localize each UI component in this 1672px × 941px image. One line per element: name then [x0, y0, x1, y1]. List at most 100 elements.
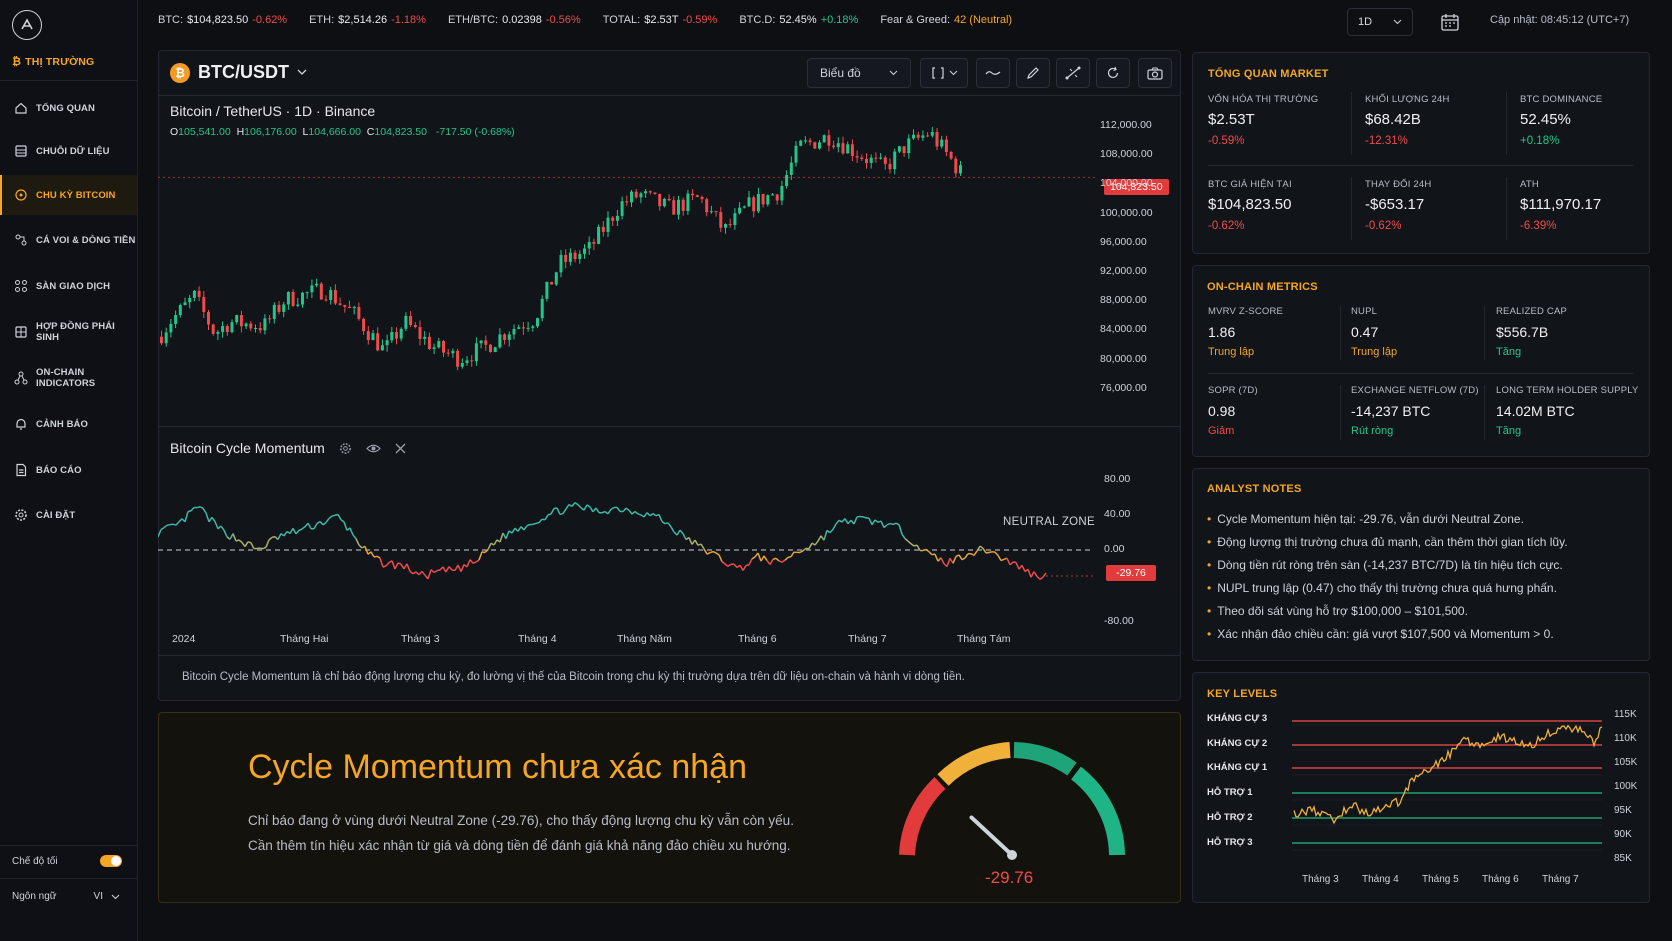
- market-section-heading[interactable]: ₿ THỊ TRƯỜNG: [12, 56, 94, 68]
- momentum-segment: [979, 545, 984, 549]
- trend-tool-icon: [1065, 66, 1081, 80]
- time-axis-label: Tháng Năm: [617, 633, 672, 645]
- language-select[interactable]: VI: [94, 891, 120, 902]
- sidebar-item-onchain-indicators[interactable]: ON-CHAIN INDICATORS: [0, 358, 137, 398]
- timeframe-select[interactable]: 1D: [1347, 8, 1413, 36]
- momentum-segment: [982, 547, 987, 554]
- candle: [926, 132, 930, 138]
- note-bullet: •: [1207, 604, 1212, 618]
- sidebar-item-label: BÁO CÁO: [36, 464, 82, 476]
- onchain-column-divider: [1484, 385, 1485, 440]
- candle: [268, 315, 272, 324]
- overview-column-divider: [1506, 177, 1507, 240]
- reset-chart-button[interactable]: [1096, 58, 1130, 88]
- momentum-segment: [319, 521, 324, 526]
- momentum-segment: [646, 512, 651, 517]
- candle: [512, 324, 516, 340]
- momentum-segment: [733, 563, 738, 569]
- momentum-chart[interactable]: [158, 460, 1098, 625]
- sidebar-item-data-chain[interactable]: CHUỖI DỮ LIỆU: [0, 131, 137, 171]
- refresh-icon: [1107, 66, 1119, 79]
- candle: [211, 323, 215, 336]
- pane-divider: [159, 655, 1180, 656]
- candlestick-chart[interactable]: [158, 96, 1098, 426]
- measure-tool-button[interactable]: [1056, 58, 1090, 88]
- candle: [324, 295, 328, 302]
- momentum-segment: [955, 554, 960, 558]
- candle: [865, 153, 868, 169]
- candle: [860, 154, 864, 161]
- momentum-segment: [493, 539, 498, 546]
- dark-mode-label: Chế độ tối: [12, 855, 58, 867]
- language-row: Ngôn ngữ VI: [12, 891, 120, 902]
- momentum-segment: [679, 529, 684, 535]
- indicator-template-button[interactable]: [920, 58, 968, 88]
- line-tool-button[interactable]: [976, 58, 1010, 88]
- overview-metric-label: VỐN HÓA THỊ TRƯỜNG: [1208, 94, 1319, 105]
- momentum-segment: [595, 507, 600, 514]
- key-levels-y-label: 90K: [1614, 829, 1632, 840]
- momentum-segment: [631, 510, 636, 515]
- sidebar-item-alerts[interactable]: CẢNH BÁO: [0, 404, 137, 444]
- gear-icon[interactable]: [339, 442, 352, 455]
- ticker-value: 52.45%: [779, 14, 817, 26]
- price-axis-label: 112,000.00: [1100, 119, 1152, 131]
- candle: [667, 194, 671, 202]
- onchain-column-divider: [1340, 306, 1341, 360]
- home-icon: [15, 102, 27, 114]
- candle: [761, 193, 765, 208]
- sidebar-item-settings[interactable]: CÀI ĐẶT: [0, 495, 137, 535]
- draw-tool-button[interactable]: [1016, 58, 1050, 88]
- momentum-segment: [1030, 571, 1035, 578]
- app-logo[interactable]: [12, 10, 42, 40]
- sidebar-item-reports[interactable]: BÁO CÁO: [0, 450, 137, 490]
- candle: [639, 191, 643, 204]
- time-axis-label: Tháng Hai: [280, 633, 329, 645]
- price-axis-label: 108,000.00: [1100, 148, 1153, 161]
- candle: [700, 195, 704, 203]
- dark-mode-toggle[interactable]: [100, 855, 122, 867]
- momentum-segment: [538, 518, 543, 524]
- momentum-segment: [352, 534, 357, 540]
- sidebar-item-whales[interactable]: CÁ VOI & DÒNG TIỀN: [0, 220, 137, 260]
- chart-type-select[interactable]: Biểu đồ: [807, 58, 911, 88]
- sidebar-divider: [0, 80, 137, 81]
- momentum-segment: [994, 551, 999, 556]
- note-item: • Dòng tiền rút ròng trên sàn (-14,237 BT…: [1207, 558, 1563, 572]
- momentum-segment: [244, 541, 249, 547]
- pair-selector[interactable]: ₿ BTC/USDT: [170, 62, 307, 83]
- momentum-segment: [265, 539, 270, 548]
- momentum-segment: [574, 501, 579, 506]
- momentum-segment: [838, 519, 843, 523]
- momentum-segment: [1042, 572, 1047, 578]
- momentum-segment: [688, 537, 693, 545]
- screenshot-button[interactable]: [1138, 58, 1172, 88]
- price-axis-label: 96,000.00: [1100, 235, 1147, 248]
- momentum-segment: [184, 511, 189, 523]
- candle: [775, 193, 779, 205]
- ticker-item-total: TOTAL: $2.53T -0.59%: [603, 14, 718, 26]
- eye-icon[interactable]: [365, 443, 381, 454]
- candle: [832, 140, 836, 150]
- candle: [827, 129, 831, 152]
- candle: [803, 136, 807, 144]
- momentum-segment: [457, 564, 462, 572]
- sidebar-item-overview[interactable]: TỔNG QUAN: [0, 88, 137, 128]
- momentum-segment: [283, 531, 288, 537]
- ticker-key: ETH:: [309, 14, 335, 26]
- price-axis-label: 100,000.00: [1100, 206, 1153, 219]
- close-icon[interactable]: [395, 443, 406, 454]
- momentum-segment: [571, 502, 576, 507]
- momentum-axis-label: 0.00: [1104, 543, 1125, 555]
- overview-column-divider: [1351, 177, 1352, 240]
- candle: [888, 158, 892, 174]
- candle: [470, 355, 474, 367]
- calendar-icon[interactable]: [1440, 12, 1460, 32]
- momentum-segment: [397, 562, 402, 566]
- sidebar-item-derivatives[interactable]: HỢP ĐỒNG PHÁI SINH: [0, 312, 137, 352]
- sidebar-item-bitcoin-cycle[interactable]: CHU KỲ BITCOIN: [0, 175, 137, 215]
- momentum-segment: [562, 508, 567, 514]
- momentum-segment: [382, 565, 387, 568]
- sidebar-item-exchanges[interactable]: SÀN GIAO DỊCH: [0, 266, 137, 306]
- momentum-segment: [925, 548, 930, 553]
